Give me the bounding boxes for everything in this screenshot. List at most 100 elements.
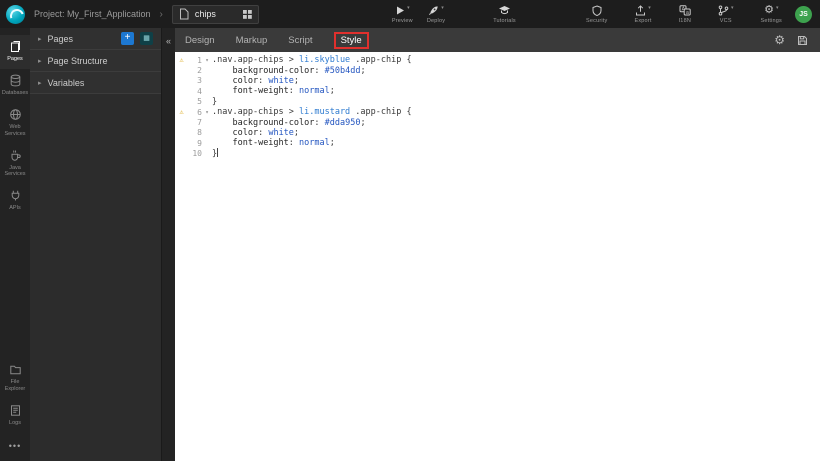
i18n-button[interactable]: Aa I18N xyxy=(679,5,691,24)
left-rail: Pages Databases Web Services Java Servic… xyxy=(0,28,30,461)
caret-right-icon: ▸ xyxy=(38,79,42,87)
tutorials-label: Tutorials xyxy=(493,18,516,24)
chevron-right-icon: › xyxy=(160,9,163,20)
export-button[interactable]: ▾ Export xyxy=(634,5,651,24)
svg-text:a: a xyxy=(686,9,689,15)
tutorials-button[interactable]: Tutorials xyxy=(493,5,516,24)
line-number: 9 xyxy=(188,139,202,148)
code-token: ; xyxy=(294,128,299,138)
code-token: ; xyxy=(330,138,335,148)
code-token xyxy=(212,138,232,148)
branch-icon xyxy=(718,5,729,16)
code-line[interactable]: 8 color: white; xyxy=(175,128,820,138)
pages-grid-button[interactable]: ▦ xyxy=(140,32,153,45)
play-icon xyxy=(395,5,405,16)
collapse-panel-icon[interactable]: « xyxy=(166,37,171,46)
code-line[interactable]: 3 color: white; xyxy=(175,76,820,86)
gear-icon: ⚙ xyxy=(764,5,774,16)
rocket-icon xyxy=(428,5,439,16)
tab-script[interactable]: Script xyxy=(288,35,312,46)
code-token: .app-chip { xyxy=(350,55,411,65)
code-token: } xyxy=(212,97,217,107)
vcs-button[interactable]: ▾ VCS xyxy=(718,5,734,24)
rail-label: Pages xyxy=(7,56,23,63)
app-logo-icon[interactable] xyxy=(6,5,25,24)
settings-button[interactable]: ⚙ ▾ Settings xyxy=(761,5,782,24)
rail-item-logs[interactable]: Logs xyxy=(0,399,30,433)
caret-right-icon: ▸ xyxy=(38,35,42,43)
wavemaker-studio: Project: My_First_Application › chips ▾ … xyxy=(0,0,820,461)
tab-markup[interactable]: Markup xyxy=(236,35,268,46)
caret-down-icon[interactable]: ▾ xyxy=(407,5,410,12)
panel-section-page-structure[interactable]: ▸ Page Structure xyxy=(30,50,161,72)
database-icon xyxy=(9,74,22,87)
code-line[interactable]: 2 background-color: #50b4dd; xyxy=(175,65,820,75)
code-token: font-weight xyxy=(232,138,288,148)
warning-icon: ⚠ xyxy=(175,108,188,116)
editor-toolbar: ⚙ xyxy=(774,35,808,46)
line-number: 7 xyxy=(188,118,202,127)
page-selector[interactable]: chips xyxy=(172,5,259,24)
panel-section-pages[interactable]: ▸ Pages + ▦ xyxy=(30,28,161,50)
add-page-button[interactable]: + xyxy=(121,32,134,45)
panel-section-variables[interactable]: ▸ Variables xyxy=(30,72,161,94)
code-line[interactable]: ⚠6▾.nav.app-chips > li.mustard .app-chip… xyxy=(175,107,820,117)
code-editor[interactable]: ⚠1▾.nav.app-chips > li.skyblue .app-chip… xyxy=(175,52,820,461)
security-button[interactable]: Security xyxy=(586,5,607,24)
i18n-label: I18N xyxy=(679,18,691,24)
editor-settings-icon[interactable]: ⚙ xyxy=(774,35,785,46)
code-text: .nav.app-chips > li.mustard .app-chip { xyxy=(212,107,412,117)
section-label: Page Structure xyxy=(48,56,108,66)
project-label: Project: My_First_Application xyxy=(34,9,151,19)
rail-label: APIs xyxy=(9,205,21,212)
caret-down-icon[interactable]: ▾ xyxy=(648,5,651,12)
code-token: color xyxy=(232,128,258,138)
rail-item-apis[interactable]: APIs xyxy=(0,184,30,218)
preview-button[interactable]: ▾ Preview xyxy=(392,5,413,24)
tab-style[interactable]: Style xyxy=(334,32,369,49)
preview-label: Preview xyxy=(392,18,413,24)
line-number: 3 xyxy=(188,76,202,85)
code-text: background-color: #dda950; xyxy=(212,118,366,128)
caret-down-icon[interactable]: ▾ xyxy=(776,5,779,12)
caret-down-icon[interactable]: ▾ xyxy=(441,5,444,12)
code-text: .nav.app-chips > li.skyblue .app-chip { xyxy=(212,55,412,65)
panel-collapse-strip: « xyxy=(161,28,175,461)
caret-down-icon[interactable]: ▾ xyxy=(731,5,734,12)
text-cursor xyxy=(217,148,218,157)
code-line[interactable]: 10} xyxy=(175,149,820,159)
fold-toggle-icon[interactable]: ▾ xyxy=(202,57,212,64)
code-token: : xyxy=(258,128,268,138)
rail-item-java-services[interactable]: Java Services xyxy=(0,144,30,185)
deploy-button[interactable]: ▾ Deploy xyxy=(427,5,445,24)
pages-icon xyxy=(9,40,22,53)
deploy-label: Deploy xyxy=(427,18,445,24)
warning-icon: ⚠ xyxy=(175,56,188,64)
rail-item-pages[interactable]: Pages xyxy=(0,35,30,69)
code-text: color: white; xyxy=(212,128,299,138)
user-avatar[interactable]: JS xyxy=(795,6,812,23)
fold-toggle-icon[interactable]: ▾ xyxy=(202,109,212,116)
code-line[interactable]: 4 font-weight: normal; xyxy=(175,86,820,96)
rail-item-web-services[interactable]: Web Services xyxy=(0,103,30,144)
security-label: Security xyxy=(586,18,607,24)
code-line[interactable]: 7 background-color: #dda950; xyxy=(175,117,820,127)
code-token: white xyxy=(268,128,294,138)
tab-design[interactable]: Design xyxy=(185,35,215,46)
pages-panel: ▸ Pages + ▦ ▸ Page Structure ▸ Variables xyxy=(30,28,161,461)
grid-icon[interactable] xyxy=(243,10,252,19)
rail-item-databases[interactable]: Databases xyxy=(0,69,30,103)
more-options-button[interactable]: ••• xyxy=(9,433,21,461)
export-icon xyxy=(635,5,646,16)
code-token: ; xyxy=(294,76,299,86)
code-token: color xyxy=(232,76,258,86)
rail-label: Databases xyxy=(2,90,28,97)
save-icon[interactable] xyxy=(797,35,808,46)
code-token xyxy=(212,118,232,128)
rail-label: File Explorer xyxy=(1,379,29,393)
code-line[interactable]: 5} xyxy=(175,97,820,107)
caret-right-icon: ▸ xyxy=(38,57,42,65)
rail-item-file-explorer[interactable]: File Explorer xyxy=(0,358,30,399)
code-line[interactable]: 9 font-weight: normal; xyxy=(175,138,820,148)
code-line[interactable]: ⚠1▾.nav.app-chips > li.skyblue .app-chip… xyxy=(175,55,820,65)
